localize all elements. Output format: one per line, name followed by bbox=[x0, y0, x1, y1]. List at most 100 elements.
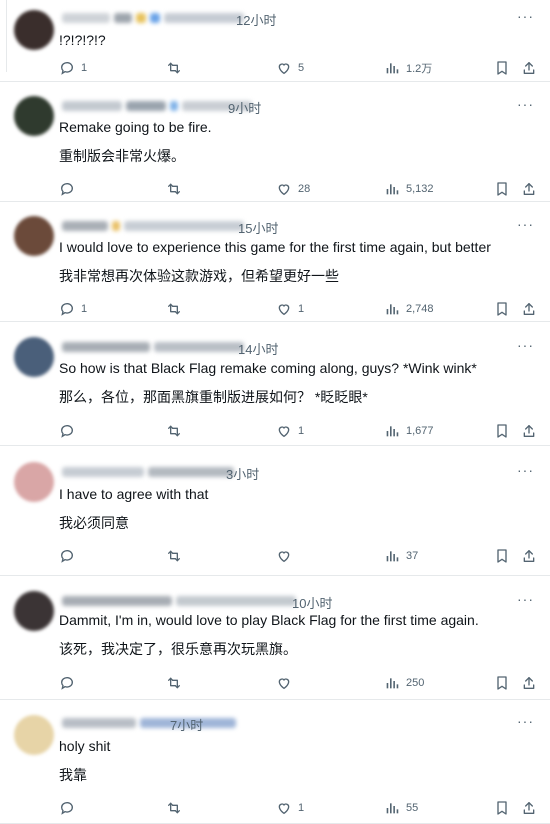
avatar[interactable] bbox=[14, 591, 54, 631]
reply-button[interactable] bbox=[59, 423, 81, 439]
like-button[interactable]: 1 bbox=[276, 301, 304, 317]
avatar[interactable] bbox=[14, 337, 54, 377]
post-time[interactable]: 9小时 bbox=[228, 98, 261, 117]
like-button[interactable] bbox=[276, 548, 298, 564]
share-icon bbox=[521, 301, 537, 317]
post-time[interactable]: 15小时 bbox=[238, 218, 278, 237]
share-icon bbox=[521, 181, 537, 197]
username-redacted bbox=[148, 467, 234, 477]
more-icon[interactable]: ··· bbox=[517, 713, 534, 729]
like-count: 5 bbox=[298, 62, 305, 74]
bookmark-button[interactable] bbox=[494, 675, 510, 691]
post-translation: 那么，各位，那面黑旗重制版进展如何？ *眨眨眼* bbox=[59, 389, 368, 405]
more-icon[interactable]: ··· bbox=[517, 591, 534, 607]
repost-button[interactable] bbox=[166, 675, 188, 691]
views-button[interactable]: 1,677 bbox=[384, 423, 434, 439]
reply-post[interactable]: 3小时 ··· I have to agree with that 我必须同意 … bbox=[0, 446, 550, 576]
share-button[interactable] bbox=[521, 800, 537, 816]
share-button[interactable] bbox=[521, 301, 537, 317]
more-icon[interactable]: ··· bbox=[517, 462, 534, 478]
avatar[interactable] bbox=[14, 96, 54, 136]
views-button[interactable]: 2,748 bbox=[384, 301, 434, 317]
share-icon bbox=[521, 675, 537, 691]
more-icon[interactable]: ··· bbox=[517, 337, 534, 353]
reply-button[interactable] bbox=[59, 548, 81, 564]
share-button[interactable] bbox=[521, 181, 537, 197]
views-button[interactable]: 37 bbox=[384, 548, 418, 564]
bookmark-button[interactable] bbox=[494, 301, 510, 317]
like-icon bbox=[276, 423, 292, 439]
like-icon bbox=[276, 675, 292, 691]
post-time[interactable]: 3小时 bbox=[226, 464, 259, 483]
author-name[interactable] bbox=[62, 716, 236, 730]
action-bar: 28 5,132 bbox=[0, 181, 550, 201]
views-button[interactable]: 250 bbox=[384, 675, 424, 691]
repost-button[interactable] bbox=[166, 548, 188, 564]
post-time[interactable]: 12小时 bbox=[236, 10, 276, 29]
reply-post[interactable]: 15小时 ··· I would love to experience this… bbox=[0, 202, 550, 322]
share-button[interactable] bbox=[521, 60, 537, 76]
reply-button[interactable] bbox=[59, 800, 81, 816]
reply-post[interactable]: 7小时 ··· holy shit 我靠 1 55 bbox=[0, 700, 550, 824]
reply-button[interactable] bbox=[59, 181, 81, 197]
repost-button[interactable] bbox=[166, 423, 188, 439]
repost-button[interactable] bbox=[166, 301, 188, 317]
avatar[interactable] bbox=[14, 462, 54, 502]
avatar[interactable] bbox=[14, 715, 54, 755]
repost-button[interactable] bbox=[166, 800, 188, 816]
views-button[interactable]: 55 bbox=[384, 800, 418, 816]
bookmark-button[interactable] bbox=[494, 800, 510, 816]
bookmark-button[interactable] bbox=[494, 181, 510, 197]
action-bar: 1 55 bbox=[0, 800, 550, 820]
author-name[interactable] bbox=[62, 594, 296, 608]
reply-post[interactable]: 9小时 ··· Remake going to be fire. 重制版会非常火… bbox=[0, 82, 550, 202]
like-button[interactable]: 1 bbox=[276, 423, 304, 439]
reply-post[interactable]: 10小时 ··· Dammit, I'm in, would love to p… bbox=[0, 576, 550, 700]
share-icon bbox=[521, 423, 537, 439]
bookmark-icon bbox=[494, 60, 510, 76]
repost-button[interactable] bbox=[166, 181, 188, 197]
like-button[interactable] bbox=[276, 675, 298, 691]
like-icon bbox=[276, 800, 292, 816]
share-icon bbox=[521, 800, 537, 816]
like-button[interactable]: 1 bbox=[276, 800, 304, 816]
post-time[interactable]: 7小时 bbox=[170, 715, 203, 734]
views-icon bbox=[384, 301, 400, 317]
share-button[interactable] bbox=[521, 548, 537, 564]
like-button[interactable]: 5 bbox=[276, 60, 304, 76]
like-button[interactable]: 28 bbox=[276, 181, 310, 197]
username-redacted bbox=[124, 221, 244, 231]
post-text: So how is that Black Flag remake coming … bbox=[59, 360, 477, 376]
share-button[interactable] bbox=[521, 423, 537, 439]
reply-post[interactable]: 14小时 ··· So how is that Black Flag remak… bbox=[0, 322, 550, 446]
repost-button[interactable] bbox=[166, 60, 188, 76]
views-button[interactable]: 5,132 bbox=[384, 181, 434, 197]
reply-post[interactable]: 12小时 ··· !?!?!?!? 1 5 1.2万 bbox=[0, 0, 550, 82]
bookmark-button[interactable] bbox=[494, 60, 510, 76]
author-name[interactable] bbox=[62, 219, 244, 233]
share-button[interactable] bbox=[521, 675, 537, 691]
reply-button[interactable]: 1 bbox=[59, 301, 87, 317]
post-translation: 重制版会非常火爆。 bbox=[59, 148, 185, 164]
author-name[interactable] bbox=[62, 11, 244, 25]
author-name[interactable] bbox=[62, 465, 234, 479]
reply-button[interactable]: 1 bbox=[59, 60, 87, 76]
bookmark-button[interactable] bbox=[494, 548, 510, 564]
author-name[interactable] bbox=[62, 340, 244, 354]
more-icon[interactable]: ··· bbox=[517, 8, 534, 24]
bookmark-button[interactable] bbox=[494, 423, 510, 439]
avatar[interactable] bbox=[14, 10, 54, 50]
post-text: I would love to experience this game for… bbox=[59, 239, 491, 255]
post-time[interactable]: 14小时 bbox=[238, 339, 278, 358]
post-time[interactable]: 10小时 bbox=[292, 593, 332, 612]
views-button[interactable]: 1.2万 bbox=[384, 60, 432, 76]
username-redacted bbox=[164, 13, 244, 23]
more-icon[interactable]: ··· bbox=[517, 216, 534, 232]
author-name[interactable] bbox=[62, 99, 252, 113]
like-icon bbox=[276, 181, 292, 197]
reply-button[interactable] bbox=[59, 675, 81, 691]
username-redacted bbox=[112, 221, 120, 231]
more-icon[interactable]: ··· bbox=[517, 96, 534, 112]
avatar[interactable] bbox=[14, 216, 54, 256]
views-icon bbox=[384, 423, 400, 439]
